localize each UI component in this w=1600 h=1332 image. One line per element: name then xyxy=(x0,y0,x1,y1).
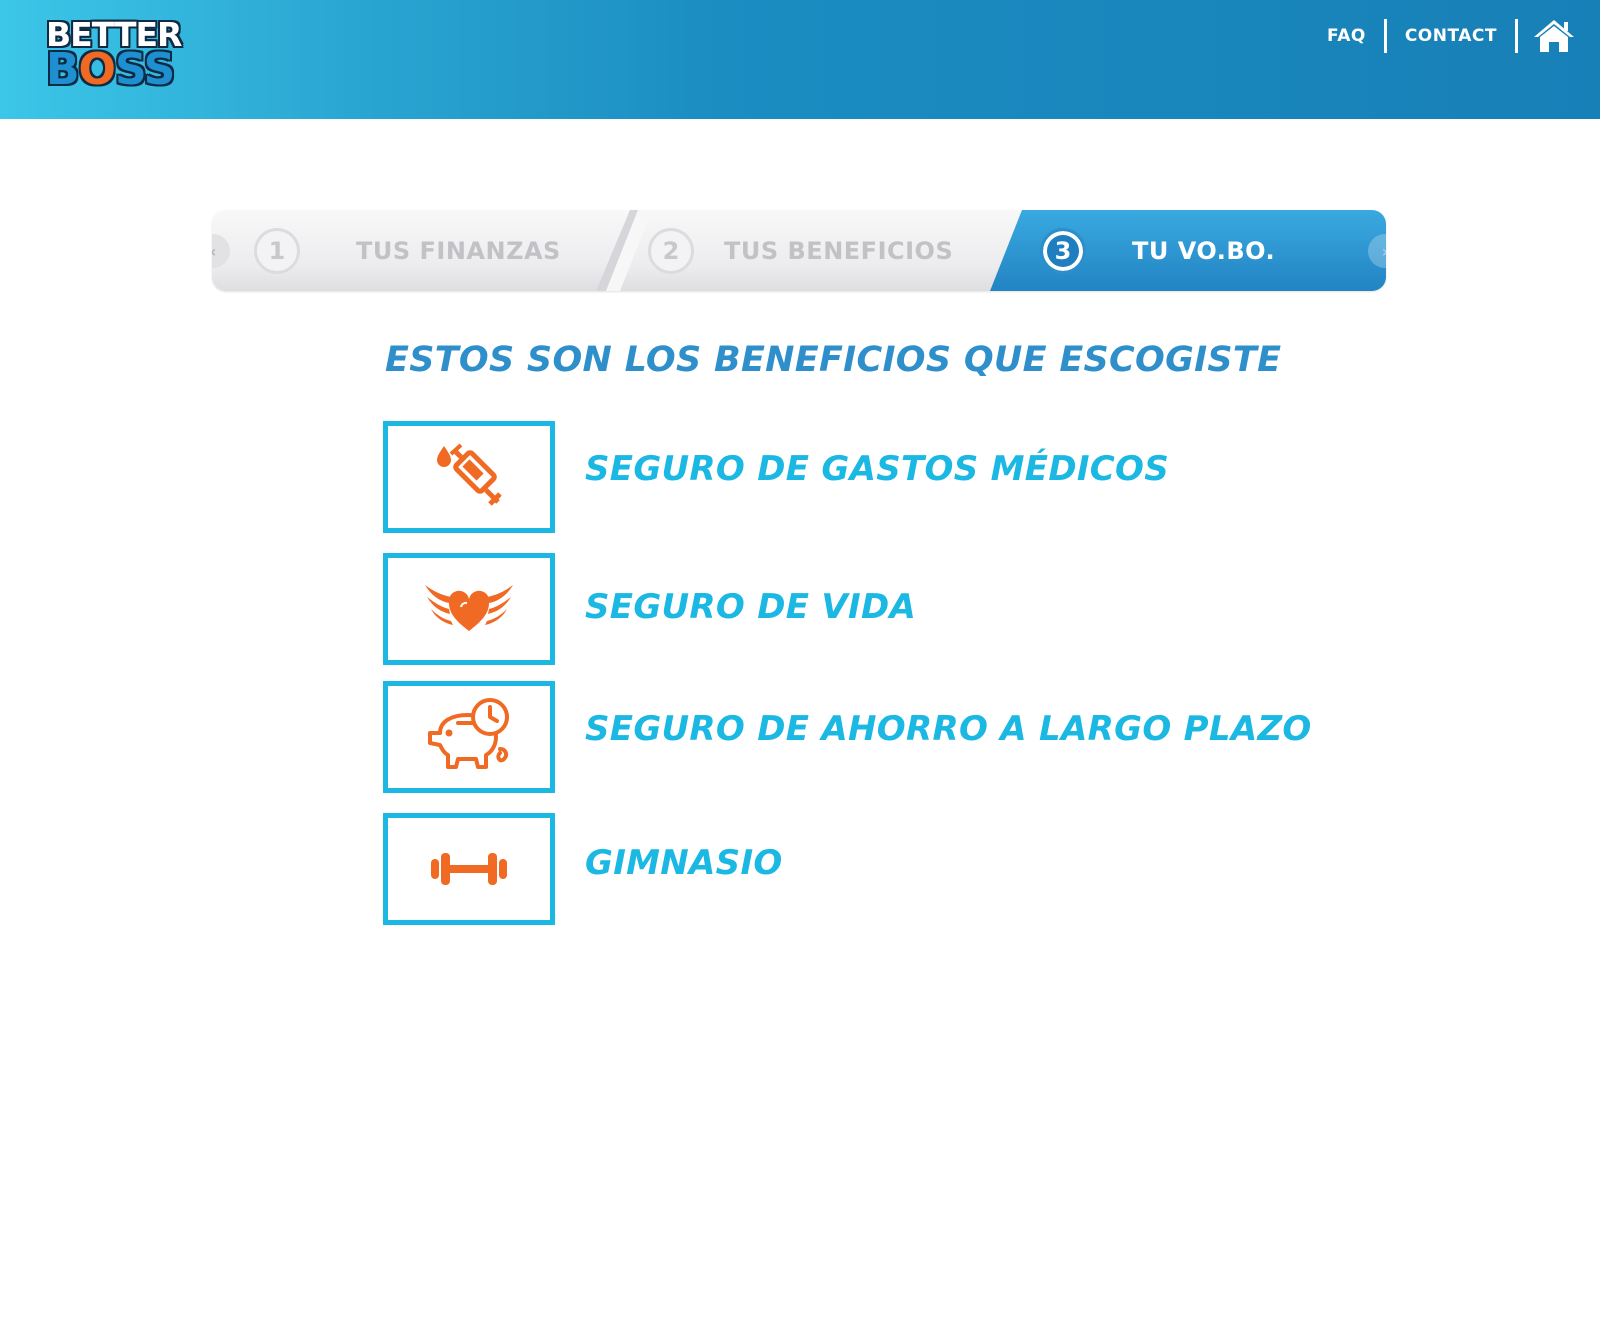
logo-line-boss: BOSS xyxy=(46,44,175,95)
benefit-item-gimnasio[interactable]: GIMNASIO xyxy=(383,813,1283,925)
piggy-bank-clock-icon xyxy=(428,698,509,769)
contact-link[interactable]: CONTACT xyxy=(1387,26,1515,46)
progress-stepper: ‹ 1 TUS FINANZAS 2 TUS BENEFICIOS 3 TU V… xyxy=(212,210,1386,291)
benefit-icon-box xyxy=(383,421,555,533)
step-tus-beneficios[interactable]: 2 TUS BENEFICIOS xyxy=(648,210,953,291)
benefit-icon-box xyxy=(383,681,555,793)
better-boss-logo[interactable]: BETTER BOSS xyxy=(46,18,198,93)
step-number: 2 xyxy=(648,227,694,274)
step-number: 1 xyxy=(254,227,300,274)
nav-divider xyxy=(1515,19,1518,53)
page-heading: ESTOS SON LOS BENEFICIOS QUE ESCOGISTE xyxy=(385,340,1282,380)
benefit-icon-box xyxy=(383,813,555,925)
benefit-item-ahorro[interactable]: SEGURO DE AHORRO A LARGO PLAZO xyxy=(383,681,1311,793)
benefit-item-vida[interactable]: SEGURO DE VIDA xyxy=(383,553,1283,665)
benefit-label: GIMNASIO xyxy=(585,843,783,883)
top-nav: FAQ CONTACT xyxy=(1309,18,1576,54)
benefit-icon-box xyxy=(383,553,555,665)
step-tu-vobo[interactable]: 3 TU VO.BO. xyxy=(1040,210,1275,291)
step-label: TUS BENEFICIOS xyxy=(724,236,954,265)
home-icon[interactable] xyxy=(1532,18,1576,54)
benefit-label: SEGURO DE GASTOS MÉDICOS xyxy=(585,449,1170,489)
benefit-item-gastos-medicos[interactable]: SEGURO DE GASTOS MÉDICOS xyxy=(383,421,1283,533)
step-label: TU VO.BO. xyxy=(1132,236,1276,265)
benefit-label: SEGURO DE AHORRO A LARGO PLAZO xyxy=(585,709,1312,749)
step-tus-finanzas[interactable]: 1 TUS FINANZAS xyxy=(254,210,561,291)
dumbbell-icon xyxy=(431,853,507,885)
benefit-label: SEGURO DE VIDA xyxy=(585,587,917,627)
faq-link[interactable]: FAQ xyxy=(1309,26,1384,46)
top-header: BETTER BOSS FAQ CONTACT xyxy=(0,0,1600,119)
step-number: 3 xyxy=(1040,227,1086,274)
winged-heart-icon xyxy=(425,585,513,631)
syringe-icon xyxy=(437,443,502,506)
step-label: TUS FINANZAS xyxy=(356,236,561,265)
